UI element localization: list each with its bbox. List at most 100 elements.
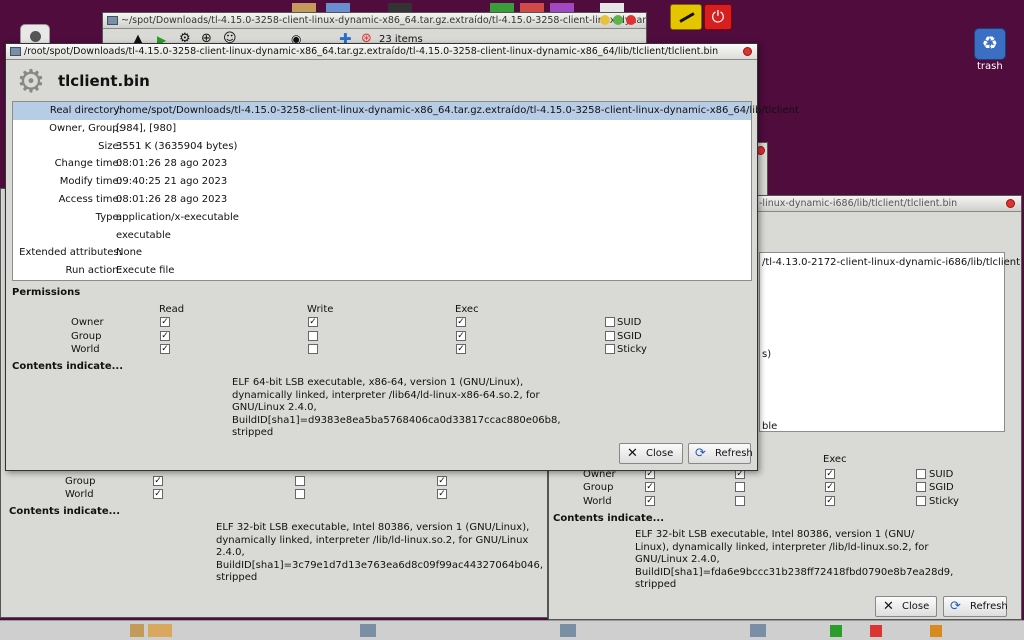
property-row[interactable]: Size: 3551 K (3635904 bytes) xyxy=(13,138,751,156)
close-button-label: Close xyxy=(902,601,930,612)
refresh-button[interactable]: ⟳ Refresh xyxy=(688,443,753,464)
sgid-checkbox[interactable] xyxy=(605,330,615,341)
power-icon[interactable]: ⏻ xyxy=(704,4,732,30)
right-sgid-checkbox[interactable] xyxy=(916,482,926,492)
property-row[interactable]: Change time: 08:01:26 28 ago 2023 xyxy=(13,155,751,173)
world-write-checkbox[interactable] xyxy=(308,344,318,354)
right-sticky-checkbox[interactable] xyxy=(916,496,926,506)
right-group-read-checkbox[interactable]: ✓ xyxy=(645,482,655,492)
tray-volume-icon[interactable] xyxy=(870,625,882,637)
taskbar-item[interactable] xyxy=(560,624,576,637)
taskbar xyxy=(0,620,1024,640)
right-world-exec-checkbox[interactable]: ✓ xyxy=(825,496,835,506)
property-key: Run action: xyxy=(65,265,122,277)
contents-heading: Contents indicate... xyxy=(553,513,664,524)
right-group-write-checkbox[interactable] xyxy=(735,482,745,492)
file-manager-titlebar[interactable]: ~/spot/Downloads/tl-4.15.0-3258-client-l… xyxy=(103,13,646,29)
group-write-checkbox[interactable] xyxy=(308,330,318,341)
right-group-exec-checkbox[interactable]: ✓ xyxy=(825,482,835,492)
contents-line: GNU/Linux 2.4.0, xyxy=(635,554,720,565)
close-icon[interactable] xyxy=(1006,199,1015,208)
world-read-checkbox[interactable]: ✓ xyxy=(160,344,170,354)
contents-text: ELF 32-bit LSB executable, Intel 80386, … xyxy=(216,522,543,585)
contents-line: ELF 32-bit LSB executable, Intel 80386, … xyxy=(216,522,530,533)
contents-line: stripped xyxy=(232,427,274,438)
contents-line: stripped xyxy=(216,572,258,583)
contents-heading: Contents indicate... xyxy=(9,506,120,517)
taskbar-item[interactable] xyxy=(148,624,172,637)
properties-titlebar[interactable]: /root/spot/Downloads/tl-4.15.0-3258-clie… xyxy=(6,44,757,60)
property-row[interactable]: Run action: Execute file xyxy=(13,262,751,280)
close-button[interactable]: ✕ Close xyxy=(619,443,683,464)
contents-line: BuildID[sha1]=fda6e9bccc31b238ff72418fbd… xyxy=(635,566,954,578)
sticky-checkbox[interactable] xyxy=(605,344,615,354)
left-group-exec-checkbox[interactable]: ✓ xyxy=(437,476,447,486)
group-exec-checkbox[interactable]: ✓ xyxy=(456,330,466,341)
property-row[interactable]: Extended attributes: None xyxy=(13,244,751,262)
property-row[interactable]: Access time: 08:01:26 28 ago 2023 xyxy=(13,191,751,209)
right-owner-exec-checkbox[interactable]: ✓ xyxy=(825,469,835,479)
owner-read-checkbox[interactable]: ✓ xyxy=(160,317,170,327)
property-row[interactable]: Real directory:/home/spot/Downloads/tl-4… xyxy=(13,102,799,120)
right-world-write-checkbox[interactable] xyxy=(735,496,745,506)
perm-label: World xyxy=(71,344,100,355)
property-value: Execute file xyxy=(116,265,175,277)
exec-column-header: Exec xyxy=(455,304,479,315)
tray-network-icon[interactable] xyxy=(830,625,842,637)
special-label: Sticky xyxy=(929,496,959,507)
left-world-exec-checkbox[interactable]: ✓ xyxy=(437,489,447,499)
property-value: 09:40:25 21 ago 2023 xyxy=(116,176,228,188)
contents-heading: Contents indicate... xyxy=(12,361,123,372)
special-label: SGID xyxy=(617,330,642,342)
close-button-label: Close xyxy=(646,448,674,459)
folder-small-icon xyxy=(107,16,118,25)
close-icon[interactable] xyxy=(626,15,636,25)
read-column-header: Read xyxy=(159,304,185,315)
right-suid-checkbox[interactable] xyxy=(916,469,926,479)
window-buttons xyxy=(600,15,640,27)
properties-dialog: /root/spot/Downloads/tl-4.15.0-3258-clie… xyxy=(5,43,799,471)
special-label: SUID xyxy=(617,317,642,328)
perm-label: World xyxy=(583,496,612,507)
property-row[interactable]: executable xyxy=(13,227,751,245)
minimize-icon[interactable] xyxy=(600,15,610,25)
right-world-read-checkbox[interactable]: ✓ xyxy=(645,496,655,506)
lock-screen-icon[interactable] xyxy=(670,4,702,30)
exec-column-header: Exec xyxy=(823,454,847,465)
left-world-read-checkbox[interactable]: ✓ xyxy=(153,489,163,499)
maximize-icon[interactable] xyxy=(613,15,623,25)
group-read-checkbox[interactable]: ✓ xyxy=(160,330,170,341)
property-value: 08:01:26 28 ago 2023 xyxy=(116,194,228,205)
back-right-properties: /tl-4.13.0-2172-client-linux-dynamic-i68… xyxy=(759,252,1020,432)
tray-app-icon[interactable] xyxy=(930,625,942,637)
owner-exec-checkbox[interactable]: ✓ xyxy=(456,317,466,327)
suid-checkbox[interactable] xyxy=(605,317,615,327)
taskbar-item[interactable] xyxy=(750,624,766,637)
left-group-read-checkbox[interactable]: ✓ xyxy=(153,476,163,486)
taskbar-item[interactable] xyxy=(360,624,376,637)
perm-label: Group xyxy=(65,476,96,487)
perm-label: World xyxy=(65,489,94,500)
refresh-button[interactable]: ⟳ Refresh xyxy=(943,596,1008,617)
property-key: Owner, Group: xyxy=(49,122,122,134)
left-world-write-checkbox[interactable] xyxy=(295,489,305,499)
refresh-button-label: Refresh xyxy=(715,448,753,459)
back-right-title: -linux-dynamic-i686/lib/tlclient/tlclien… xyxy=(759,198,958,209)
trash-label: trash xyxy=(977,61,1003,72)
perm-label: Group xyxy=(71,330,102,342)
owner-write-checkbox[interactable]: ✓ xyxy=(308,317,318,327)
close-button[interactable]: ✕ Close xyxy=(875,596,937,617)
property-row[interactable]: Modify time: 09:40:25 21 ago 2023 xyxy=(13,173,751,191)
property-key: Real directory: xyxy=(49,105,122,116)
taskbar-item[interactable] xyxy=(130,624,144,637)
property-row[interactable]: Type: application/x-executable xyxy=(13,209,751,227)
close-x-icon: ✕ xyxy=(883,599,894,614)
close-icon[interactable] xyxy=(743,47,752,56)
trash-icon[interactable]: ♻ xyxy=(974,28,1006,60)
property-row[interactable]: Owner, Group: [984], [980] xyxy=(13,120,751,138)
world-exec-checkbox[interactable]: ✓ xyxy=(456,344,466,354)
property-value: 3551 K (3635904 bytes) xyxy=(116,140,238,152)
property-value: application/x-executable xyxy=(116,211,239,223)
contents-line: dynamically linked, interpreter /lib64/l… xyxy=(232,389,540,401)
left-group-write-checkbox[interactable] xyxy=(295,476,305,486)
